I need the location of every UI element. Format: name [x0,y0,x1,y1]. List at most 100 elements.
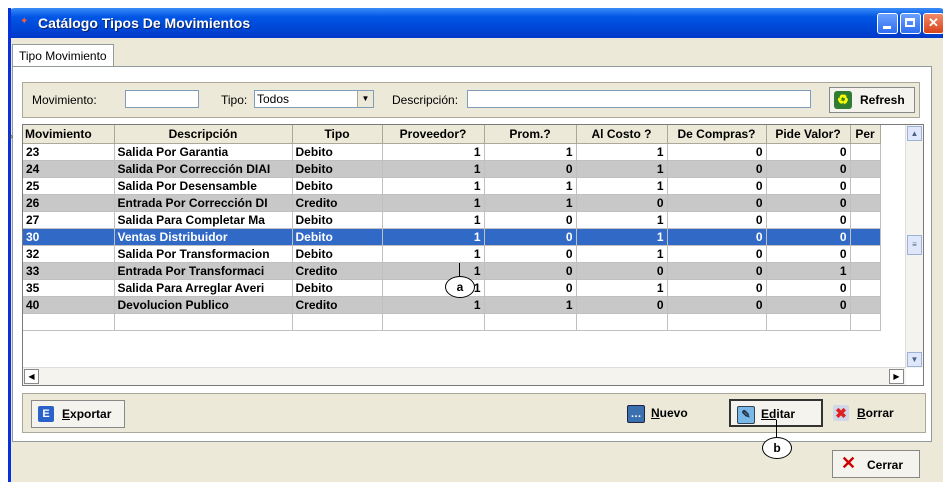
nuevo-button[interactable]: … Nuevo [621,400,717,428]
scroll-thumb[interactable]: ≡ [907,235,922,255]
refresh-button[interactable]: ♻ Refresh [829,87,915,113]
table-cell-empty [850,262,881,280]
callout-a: a [445,276,475,298]
table-cell: Credito [292,262,383,280]
column-header[interactable]: Proveedor? [382,125,485,144]
cerrar-button[interactable]: ✕ Cerrar [832,450,920,478]
delete-icon: ✖ [833,405,849,421]
scroll-up-icon[interactable]: ▲ [907,126,922,141]
table-cell-empty [850,160,881,178]
table-cell: 1 [576,143,668,161]
nuevo-label: Nuevo [651,406,688,420]
table-row[interactable]: 25 Salida Por Desensamble Debito 1 1 1 0 0 [23,177,881,195]
column-header[interactable]: Descripción [114,125,293,144]
table-cell: 1 [382,245,485,263]
table-cell: Salida Por Garantia [114,143,293,161]
table-cell: 1 [382,296,485,314]
table-cell: 1 [576,245,668,263]
table-cell: 0 [766,245,851,263]
table-cell: 26 [23,194,115,212]
table-cell-empty [850,279,881,297]
table-cell-empty [850,245,881,263]
table-cell: Debito [292,228,383,246]
scroll-right-icon[interactable]: ▶ [889,369,904,384]
table-cell: Debito [292,245,383,263]
table-cell: 1 [382,262,485,280]
table-cell: 0 [667,228,767,246]
movements-grid[interactable]: Movimiento Descripción Tipo Proveedor? Prom.… [22,124,924,386]
table-cell: 1 [382,211,485,229]
table-cell-empty [766,313,851,331]
table-cell: 1 [382,143,485,161]
table-cell: 35 [23,279,115,297]
table-row[interactable]: 40 Devolucion Publico Credito 1 1 0 0 0 [23,296,881,314]
table-row[interactable]: 23 Salida Por Garantia Debito 1 1 1 0 0 [23,143,881,161]
table-cell: Devolucion Publico [114,296,293,314]
scroll-left-icon[interactable]: ◀ [24,369,39,384]
edit-icon: ✎ [737,406,755,424]
column-header[interactable]: Al Costo ? [576,125,668,144]
table-cell: Entrada Por Transformaci [114,262,293,280]
chevron-down-icon[interactable]: ▼ [357,91,373,107]
table-cell: 0 [667,245,767,263]
table-cell-empty [850,143,881,161]
table-cell: 1 [576,279,668,297]
table-cell: 25 [23,177,115,195]
callout-a-pointer [459,263,460,277]
table-cell: 0 [484,279,577,297]
table-cell: Entrada Por Corrección DI [114,194,293,212]
tab-tipo-movimiento[interactable]: Tipo Movimiento [12,44,114,67]
editar-label: Editar [761,407,796,421]
table-cell: 0 [484,228,577,246]
table-cell: 1 [576,228,668,246]
title-bar[interactable]: ✦ Catálogo Tipos De Movimientos [11,8,943,38]
table-row[interactable]: 32 Salida Por Transformacion Debito 1 0 1 0 0 [23,245,881,263]
table-cell-empty [576,313,668,331]
table-cell: 0 [766,296,851,314]
table-row[interactable]: 24 Salida Por Corrección DIAI Debito 1 0 1 0 0 [23,160,881,178]
descripcion-input[interactable] [467,90,811,108]
descripcion-label: Descripción: [392,93,459,107]
column-header[interactable]: De Compras? [667,125,767,144]
tipo-select[interactable]: Todos ▼ [254,90,374,108]
table-cell: 0 [576,194,668,212]
column-header[interactable]: Tipo [292,125,383,144]
table-cell: 23 [23,143,115,161]
table-cell: 1 [766,262,851,280]
table-cell-empty [850,228,881,246]
table-cell: 0 [484,160,577,178]
table-cell: Salida Por Desensamble [114,177,293,195]
table-cell: 0 [766,143,851,161]
table-cell: 1 [382,228,485,246]
column-header[interactable]: Prom.? [484,125,577,144]
vertical-scrollbar[interactable]: ▲ ≡ ▼ [905,125,923,368]
table-cell: 1 [576,211,668,229]
table-cell: Debito [292,211,383,229]
table-row[interactable]: 27 Salida Para Completar Ma Debito 1 0 1 0 0 [23,211,881,229]
table-cell: 1 [484,177,577,195]
close-window-button[interactable] [923,13,943,34]
scroll-down-icon[interactable]: ▼ [907,352,922,367]
maximize-button[interactable] [900,13,921,34]
close-icon: ✕ [841,453,857,473]
table-row[interactable]: 26 Entrada Por Corrección DI Credito 1 1 0 0 0 [23,194,881,212]
table-row[interactable]: 30 Ventas Distribuidor Debito 1 0 1 0 0 [23,228,881,246]
horizontal-scrollbar[interactable]: ◀ ▶ [23,367,906,385]
minimize-button[interactable] [877,13,898,34]
table-cell: 24 [23,160,115,178]
table-cell: 0 [667,262,767,280]
table-cell-empty [292,313,383,331]
column-header[interactable]: Movimiento [23,125,115,144]
movimiento-input[interactable] [125,90,199,108]
column-header[interactable]: Per [850,125,881,144]
column-header[interactable]: Pide Valor? [766,125,851,144]
table-cell: Ventas Distribuidor [114,228,293,246]
table-cell: 1 [484,194,577,212]
borrar-button[interactable]: ✖ Borrar [827,400,917,428]
table-cell: 1 [382,194,485,212]
table-cell: 0 [766,279,851,297]
table-cell: Salida Para Completar Ma [114,211,293,229]
exportar-button[interactable]: E Exportar [31,400,125,428]
table-cell: 0 [667,279,767,297]
table-cell: Salida Por Corrección DIAI [114,160,293,178]
